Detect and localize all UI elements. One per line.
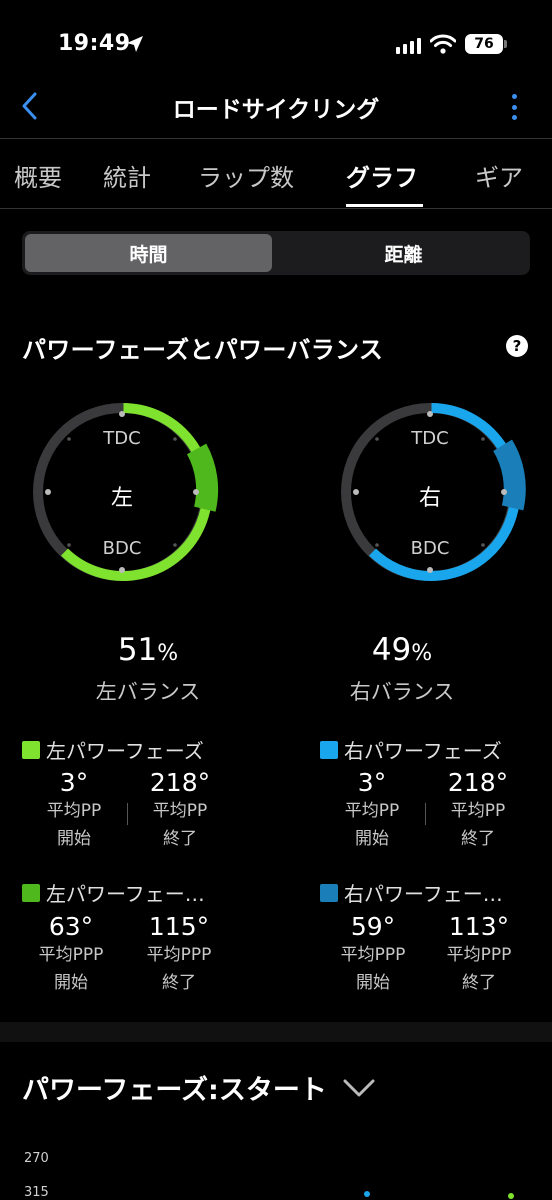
left-phase-swatch <box>22 740 40 759</box>
avg-ppp-label: 平均PPP <box>146 945 212 965</box>
avg-pp-label: 平均PP <box>46 801 102 821</box>
tab-bar: 概要 統計 ラップ数 グラフ ギア <box>0 140 552 208</box>
more-vertical-icon-dot <box>511 94 517 99</box>
right-side-label: 右 <box>418 486 441 511</box>
percent-unit: % <box>411 641 433 666</box>
right-power-phase-title: 右パワーフェーズ <box>320 735 502 764</box>
more-vertical-icon-dot <box>511 104 517 110</box>
time-distance-toggle: 時間 距離 <box>22 231 530 275</box>
avg-ppp-label: 平均PPP <box>340 945 406 965</box>
tab-gear[interactable]: ギア <box>475 158 523 193</box>
start-label: 開始 <box>355 829 389 849</box>
chevron-down-icon <box>343 1079 375 1096</box>
y-axis-tick: 315 <box>24 1185 49 1200</box>
location-arrow-icon <box>127 36 143 52</box>
right-peak-phase-title: 右パワーフェー… <box>320 878 503 907</box>
start-label: 開始 <box>57 829 91 849</box>
tab-overview[interactable]: 概要 <box>14 158 62 193</box>
right-peak-swatch <box>320 883 338 902</box>
left-balance-value: 51% <box>48 632 248 668</box>
end-label: 終了 <box>163 829 197 849</box>
left-peak-swatch <box>22 883 40 902</box>
right-phase-title-text: 右パワーフェーズ <box>344 739 502 763</box>
left-phase-start-value: 3° <box>59 768 89 797</box>
tab-graph[interactable]: グラフ <box>346 158 418 193</box>
tab-laps[interactable]: ラップ数 <box>198 158 294 193</box>
avg-pp-label: 平均PP <box>344 801 400 821</box>
left-side-label: 左 <box>110 486 133 511</box>
left-power-phase-title: 左パワーフェーズ <box>22 735 204 764</box>
bdc-label: BDC <box>102 538 142 559</box>
left-balance-number: 51 <box>117 632 158 668</box>
left-peak-start-value: 63° <box>48 912 94 941</box>
end-label: 終了 <box>162 973 196 993</box>
chart-point-left <box>508 1193 514 1199</box>
tab-stats[interactable]: 統計 <box>103 158 151 193</box>
bdc-label: BDC <box>410 538 450 559</box>
right-balance-value: 49% <box>302 632 502 668</box>
right-power-dial: TDC 右 BDC <box>334 398 530 588</box>
y-axis-tick: 270 <box>24 1151 49 1166</box>
status-time: 19:49 <box>58 31 131 56</box>
power-phase-balance-title: パワーフェーズとパワーバランス <box>22 336 384 364</box>
active-tab-indicator <box>346 204 423 207</box>
left-balance-label: 左バランス <box>95 680 201 704</box>
start-label: 開始 <box>356 973 390 993</box>
right-phase-start-value: 3° <box>357 768 387 797</box>
right-peak-end: 113° 平均PPP 終了 <box>426 912 532 997</box>
right-peak-end-value: 113° <box>448 912 510 941</box>
end-label: 終了 <box>462 973 496 993</box>
right-phase-start: 3° 平均PP 開始 <box>322 768 422 853</box>
stat-divider <box>127 803 128 825</box>
right-peak-start: 59° 平均PPP 開始 <box>320 912 426 997</box>
end-label: 終了 <box>461 829 495 849</box>
wifi-icon <box>430 34 456 54</box>
battery-level: 76 <box>465 34 503 54</box>
more-vertical-icon-dot <box>511 115 517 120</box>
segment-distance[interactable]: 距離 <box>280 234 527 272</box>
tdc-label: TDC <box>103 428 141 449</box>
page-title: ロードサイクリング <box>172 97 380 123</box>
left-peak-phase-title: 左パワーフェー… <box>22 878 205 907</box>
start-label: 開始 <box>54 973 88 993</box>
left-phase-title-text: 左パワーフェーズ <box>46 739 204 763</box>
chart-point-right <box>364 1191 370 1197</box>
tabs-divider <box>0 208 552 209</box>
right-phase-end: 218° 平均PP 終了 <box>428 768 528 853</box>
nav-divider <box>0 138 552 139</box>
percent-unit: % <box>157 641 179 666</box>
left-phase-start: 3° 平均PP 開始 <box>24 768 124 853</box>
help-icon[interactable]: ? <box>506 335 528 357</box>
avg-pp-label: 平均PP <box>152 801 208 821</box>
section2-title: パワーフェーズ:スタート <box>22 1075 327 1106</box>
section-divider <box>0 1022 552 1042</box>
nav-bar: ロードサイクリング <box>0 70 552 140</box>
avg-ppp-label: 平均PPP <box>38 945 104 965</box>
avg-pp-label: 平均PP <box>450 801 506 821</box>
cellular-signal-icon <box>396 38 421 54</box>
tdc-label: TDC <box>411 428 449 449</box>
right-peak-start-value: 59° <box>350 912 396 941</box>
left-power-dial: TDC 左 BDC <box>26 398 222 588</box>
battery-tip <box>504 40 507 48</box>
left-peak-end-value: 115° <box>148 912 210 941</box>
right-peak-title-text: 右パワーフェー… <box>344 882 503 906</box>
left-peak-start: 63° 平均PPP 開始 <box>18 912 124 997</box>
avg-ppp-label: 平均PPP <box>446 945 512 965</box>
stat-divider <box>425 803 426 825</box>
more-options-button[interactable] <box>500 90 528 124</box>
right-phase-end-value: 218° <box>447 768 509 797</box>
left-peak-title-text: 左パワーフェー… <box>46 882 205 906</box>
right-phase-swatch <box>320 740 338 759</box>
left-phase-end: 218° 平均PP 終了 <box>130 768 230 853</box>
right-balance-number: 49 <box>371 632 412 668</box>
power-phase-start-dropdown[interactable]: パワーフェーズ:スタート <box>22 1068 375 1107</box>
left-peak-end: 115° 平均PPP 終了 <box>126 912 232 997</box>
right-balance-label: 右バランス <box>349 680 455 704</box>
segment-time[interactable]: 時間 <box>25 234 272 272</box>
left-phase-end-value: 218° <box>149 768 211 797</box>
